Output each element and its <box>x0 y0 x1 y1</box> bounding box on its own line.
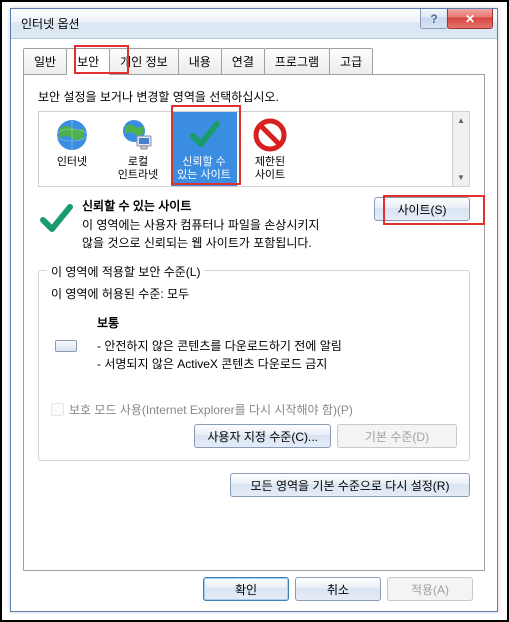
restricted-icon <box>252 117 288 153</box>
zone-restricted-sites[interactable]: 제한된 사이트 <box>237 112 303 186</box>
security-panel: 보안 설정을 보거나 변경할 영역을 선택하십시오. 인터넷 <box>23 74 485 571</box>
tab-advanced[interactable]: 고급 <box>329 48 373 74</box>
zone-desc-body: 이 영역에는 사용자 컴퓨터나 파일을 손상시키지 않을 것으로 신뢰되는 웹 … <box>82 217 370 252</box>
zone-instruction: 보안 설정을 보거나 변경할 영역을 선택하십시오. <box>38 88 470 105</box>
scroll-down-arrow: ▼ <box>455 171 468 184</box>
reset-all-zones-button[interactable]: 모든 영역을 기본 수준으로 다시 설정(R) <box>230 473 470 497</box>
scroll-up-arrow: ▲ <box>455 114 468 127</box>
checkmark-icon <box>186 117 222 153</box>
help-icon: ? <box>430 12 437 26</box>
zone-internet[interactable]: 인터넷 <box>39 112 105 186</box>
internet-options-dialog: 인터넷 옵션 ? ✕ 일반 보안 개인 정보 내용 연결 프로그램 고급 보안 … <box>10 8 498 612</box>
tab-content[interactable]: 내용 <box>178 48 222 74</box>
tab-privacy[interactable]: 개인 정보 <box>109 48 179 74</box>
zone-scrollbar[interactable]: ▲ ▼ <box>452 112 469 186</box>
apply-button: 적용(A) <box>387 577 473 601</box>
tab-programs[interactable]: 프로그램 <box>264 48 330 74</box>
protected-mode-checkbox[interactable]: 보호 모드 사용(Internet Explorer를 다시 시작해야 함)(P… <box>51 401 457 418</box>
intranet-icon <box>120 117 156 153</box>
window-title: 인터넷 옵션 <box>21 15 80 32</box>
titlebar: 인터넷 옵션 ? ✕ <box>11 9 497 39</box>
level-name: 보통 <box>97 314 457 331</box>
dialog-button-row: 확인 취소 적용(A) <box>23 571 485 601</box>
protected-mode-input[interactable] <box>51 403 64 416</box>
cancel-button[interactable]: 취소 <box>295 577 381 601</box>
group-title: 이 영역에 적용할 보안 수준(L) <box>47 263 204 280</box>
zone-desc-title: 신뢰할 수 있는 사이트 <box>82 197 370 214</box>
zone-large-icon <box>38 201 74 237</box>
close-button[interactable]: ✕ <box>447 9 493 29</box>
zone-local-intranet[interactable]: 로컬 인트라넷 <box>105 112 171 186</box>
allowed-levels-label: 이 영역에 허용된 수준: 모두 <box>51 285 457 302</box>
level-description: - 안전하지 않은 콘텐츠를 다운로드하기 전에 알림 - 서명되지 않은 Ac… <box>97 337 457 373</box>
help-button[interactable]: ? <box>420 9 448 29</box>
tab-strip: 일반 보안 개인 정보 내용 연결 프로그램 고급 <box>23 48 485 75</box>
tab-connections[interactable]: 연결 <box>221 48 265 74</box>
security-level-group: 이 영역에 적용할 보안 수준(L) 이 영역에 허용된 수준: 모두 보통 -… <box>38 270 470 461</box>
default-level-button: 기본 수준(D) <box>337 424 457 448</box>
custom-level-button[interactable]: 사용자 지정 수준(C)... <box>194 424 331 448</box>
zone-list: 인터넷 로컬 인트라넷 <box>38 111 470 187</box>
zone-trusted-sites[interactable]: 신뢰할 수 있는 사이트 <box>171 112 237 186</box>
sites-button[interactable]: 사이트(S) <box>374 197 470 221</box>
ok-button[interactable]: 확인 <box>203 577 289 601</box>
close-icon: ✕ <box>465 12 475 26</box>
tab-security[interactable]: 보안 <box>66 48 110 75</box>
tab-general[interactable]: 일반 <box>23 48 67 74</box>
globe-icon <box>54 117 90 153</box>
security-slider[interactable] <box>51 314 81 373</box>
